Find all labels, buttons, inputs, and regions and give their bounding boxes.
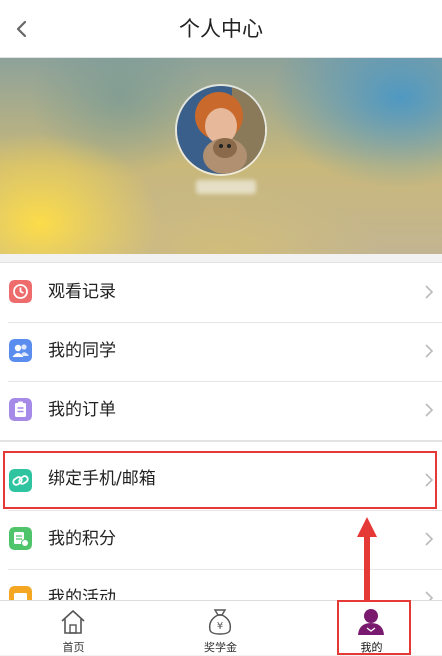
highlight-box: [337, 600, 411, 655]
clock-icon: [9, 280, 32, 303]
profile-banner: [0, 58, 442, 254]
chevron-right-icon: [425, 532, 434, 546]
menu-item-classmates[interactable]: 我的同学: [0, 322, 442, 381]
menu-item-label: 我的订单: [48, 400, 116, 420]
home-icon: [61, 610, 85, 634]
menu-group-primary: 观看记录 我的同学 我的订单: [0, 262, 442, 441]
tab-home[interactable]: 首页: [0, 601, 147, 656]
menu-item-watch-history[interactable]: 观看记录: [0, 263, 442, 322]
tab-label: 首页: [62, 641, 85, 654]
chevron-right-icon: [425, 285, 434, 299]
chevron-right-icon: [425, 344, 434, 358]
classmates-icon: [9, 339, 32, 362]
chevron-right-icon: [425, 403, 434, 417]
link-icon: [9, 469, 32, 492]
tab-label: 奖学金: [204, 641, 237, 654]
page-title: 个人中心: [179, 17, 263, 41]
arrow-up-icon: [357, 517, 377, 600]
menu-item-label: 我的积分: [48, 529, 116, 549]
menu-item-orders[interactable]: 我的订单: [0, 381, 442, 440]
chevron-right-icon: [425, 473, 434, 487]
menu-item-label: 我的同学: [48, 341, 116, 361]
tab-scholarship[interactable]: ¥ 奖学金: [147, 601, 294, 656]
money-bag-icon: ¥: [208, 609, 232, 635]
menu-item-label: 观看记录: [48, 282, 116, 302]
menu-item-label: 绑定手机/邮箱: [48, 469, 156, 489]
username-blurred: [196, 180, 256, 194]
points-icon: [9, 527, 32, 550]
menu-item-bind-phone-email[interactable]: 绑定手机/邮箱: [0, 442, 442, 510]
avatar[interactable]: [175, 84, 267, 176]
svg-text:¥: ¥: [217, 621, 223, 632]
header: 个人中心: [0, 0, 442, 58]
order-icon: [9, 398, 32, 421]
